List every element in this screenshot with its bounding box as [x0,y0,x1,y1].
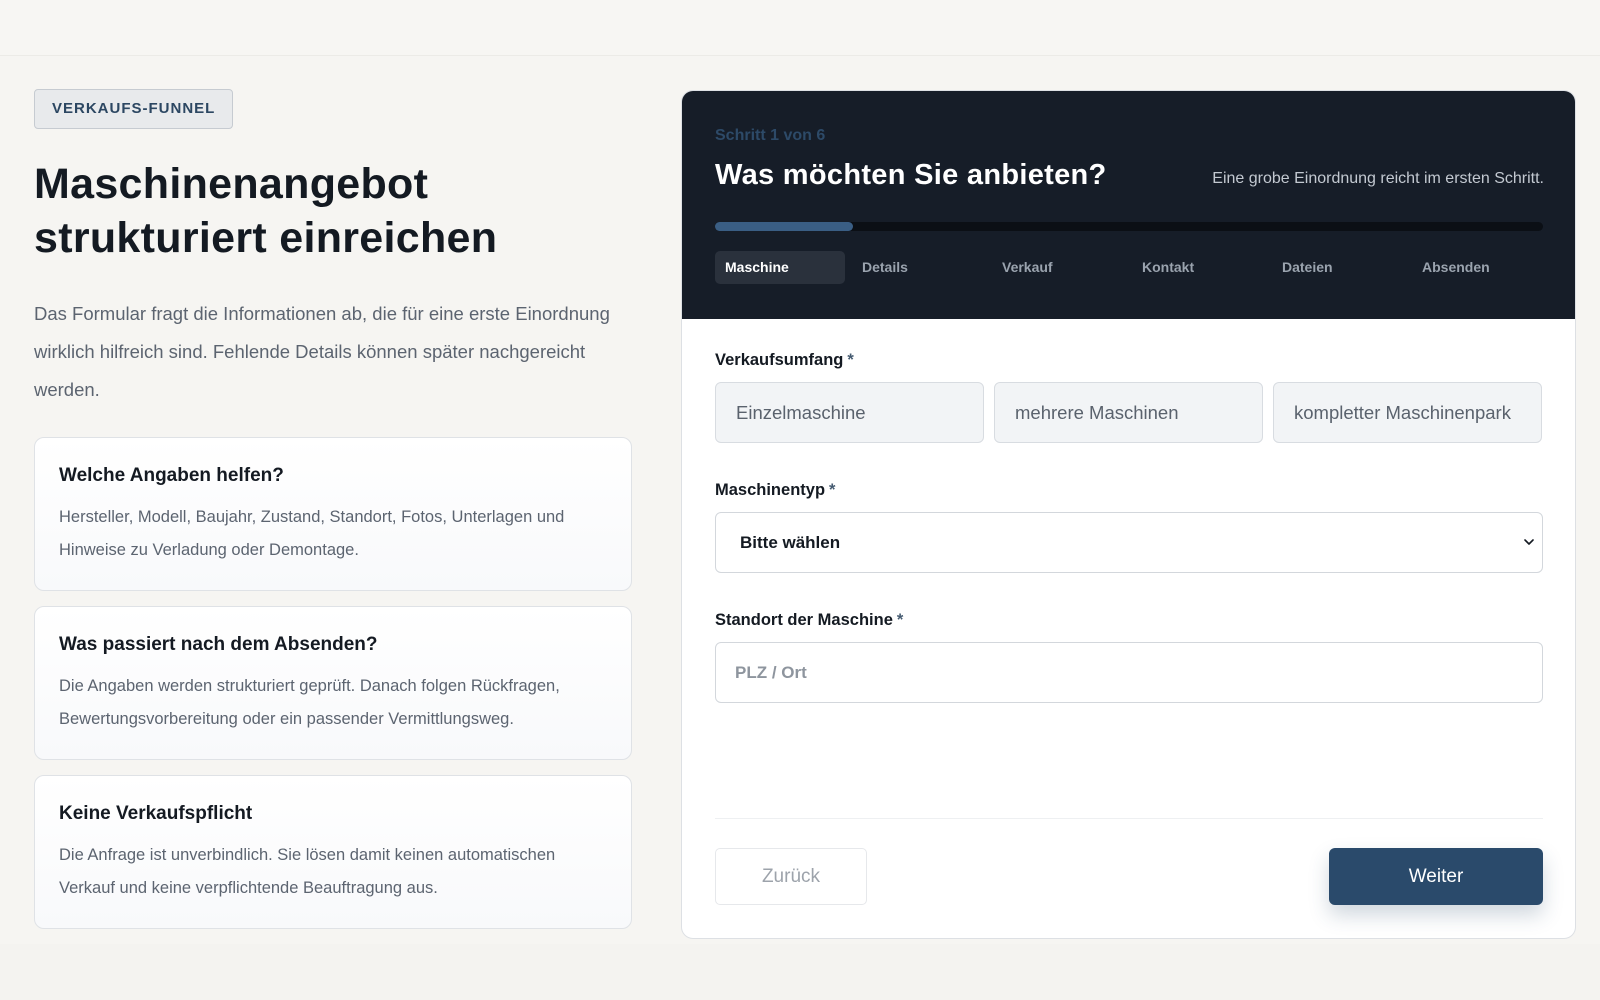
page-title-line-2: strukturiert einreichen [34,214,498,262]
footer-divider [715,818,1543,819]
step-tabs: Maschine Details Verkauf Kontakt Dateien… [715,251,1543,284]
step-tab-details[interactable]: Details [852,251,908,284]
required-mark: * [847,351,854,369]
funnel-badge: VERKAUFS-FUNNEL [34,89,234,129]
wizard-panel: Schritt 1 von 6 Was möchten Sie anbieten… [681,90,1576,939]
location-input[interactable] [715,642,1543,703]
location-label-text: Standort der Maschine [715,611,893,629]
step-tab-verkauf[interactable]: Verkauf [992,251,1053,284]
intro-column: VERKAUFS-FUNNEL Maschinenangebot struktu… [34,89,632,929]
info-card-title: Was passiert nach dem Absenden? [59,634,378,655]
info-cards: Welche Angaben helfen? Hersteller, Model… [34,437,632,944]
wizard-header: Schritt 1 von 6 Was möchten Sie anbieten… [682,91,1575,319]
required-mark: * [896,611,904,629]
step-counter: Schritt 1 von 6 [715,127,826,144]
required-mark: * [829,481,836,499]
info-card-title: Keine Verkaufspflicht [59,803,253,824]
info-card-text: Die Anfrage ist unverbindlich. Sie lösen… [59,846,556,897]
next-button[interactable]: Weiter [1329,848,1543,905]
step-tab-dateien[interactable]: Dateien [1272,251,1333,284]
machine-type-label-text: Maschinentyp [715,481,826,499]
scope-option-single-machine[interactable]: Einzelmaschine [715,382,984,443]
page-title: Maschinenangebot strukturiert einreichen [34,157,594,265]
scope-choices: Einzelmaschine mehrere Maschinen komplet… [715,382,1543,443]
info-card-text: Die Angaben werden strukturiert geprüft.… [59,677,560,728]
scope-option-multiple-machines[interactable]: mehrere Maschinen [994,382,1263,443]
info-card-helpful-data: Welche Angaben helfen? Hersteller, Model… [34,437,632,591]
page-footer-area [0,944,1600,1000]
scope-label-text: Verkaufsumfang [715,351,844,369]
progress-bar-fill [715,222,854,231]
wizard-title: Was möchten Sie anbieten? [715,159,1107,191]
machine-form: Verkaufsumfang * Einzelmaschine mehrere M… [715,351,1543,703]
step-tab-kontakt[interactable]: Kontakt [1132,251,1194,284]
info-card-no-obligation: Keine Verkaufspflicht Die Anfrage ist un… [34,775,632,929]
info-card-text: Hersteller, Modell, Baujahr, Zustand, St… [59,508,565,559]
machine-type-label: Maschinentyp * [715,481,1543,500]
scope-label: Verkaufsumfang * [715,351,1543,370]
machine-type-select[interactable]: Bitte wählen [715,512,1543,573]
location-label: Standort der Maschine * [715,611,1543,630]
wizard-hint: Eine grobe Einordnung reicht im ersten S… [1212,170,1544,187]
top-bar [0,0,1600,56]
machine-type-selected: Bitte wählen [740,533,841,552]
scope-option-full-machine-park[interactable]: kompletter Maschinenpark [1273,382,1542,443]
step-tab-maschine[interactable]: Maschine [715,251,845,284]
page-title-line-1: Maschinenangebot [34,160,429,208]
progress-bar [715,222,1543,231]
back-button[interactable]: Zurück [715,848,867,905]
info-card-after-submit: Was passiert nach dem Absenden? Die Anga… [34,606,632,760]
info-card-title: Welche Angaben helfen? [59,465,284,486]
step-tab-absenden[interactable]: Absenden [1412,251,1490,284]
intro-text: Das Formular fragt die Informationen ab,… [34,303,610,400]
chevron-down-icon [1524,539,1534,545]
